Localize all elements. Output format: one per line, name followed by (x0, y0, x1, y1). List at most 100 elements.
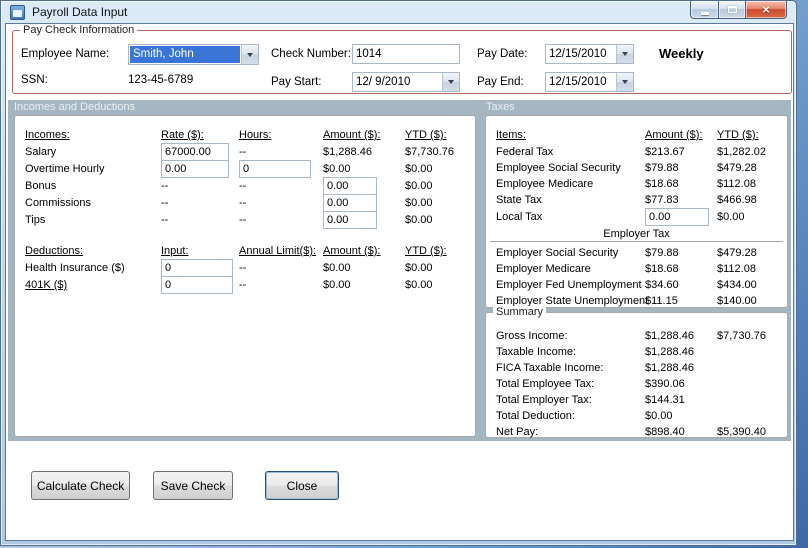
bonus-amount-input[interactable] (323, 177, 377, 195)
summary-row-amount: $1,288.46 (645, 330, 694, 342)
minimize-icon (700, 11, 709, 15)
summary-row-net-pay: Net Pay: $898.40 $5,390.40 (496, 426, 783, 442)
hours-header: Hours: (239, 129, 272, 141)
tax-row-label: Local Tax (496, 211, 543, 223)
pay-date-value: 12/15/2010 (549, 48, 607, 60)
pay-date-picker[interactable]: 12/15/2010 (545, 44, 634, 64)
incomes-deductions-section-label: Incomes and Deductions (14, 101, 136, 113)
pay-start-value: 12/ 9/2010 (356, 76, 411, 88)
ytd-header: YTD ($): (717, 129, 759, 141)
pay-date-label: Pay Date: (477, 48, 528, 60)
tax-row-amount: $79.88 (645, 162, 679, 174)
chevron-down-icon (448, 80, 454, 84)
summary-row-amount: $1,288.46 (645, 346, 694, 358)
pay-start-picker[interactable]: 12/ 9/2010 (352, 72, 460, 92)
check-number-label: Check Number: (271, 48, 351, 60)
title-bar[interactable]: Payroll Data Input × (1, 1, 796, 23)
tips-amount-input[interactable] (323, 211, 377, 229)
tax-row-label: Employer Social Security (496, 247, 619, 259)
income-row-hours: -- (239, 146, 247, 158)
summary-row-label: Gross Income: (496, 330, 568, 342)
deduction-row-amount: $0.00 (323, 279, 351, 291)
tax-row-ytd: $112.08 (717, 263, 756, 275)
ytd-header: YTD ($): (405, 245, 447, 257)
pay-end-value: 12/15/2010 (549, 76, 607, 88)
deductions-header: Deductions: (25, 245, 84, 257)
income-row-tips: Tips -- -- $0.00 (25, 211, 471, 230)
paycheck-group-label: Pay Check Information (20, 24, 138, 37)
summary-row-label: Total Employee Tax: (496, 378, 595, 390)
pay-end-picker[interactable]: 12/15/2010 (545, 72, 634, 92)
tax-row-ytd: $1,282.02 (717, 146, 766, 158)
app-window: Payroll Data Input × Pay Check Informati… (0, 0, 797, 546)
income-row-label: Overtime Hourly (25, 163, 105, 175)
employee-name-combobox[interactable]: Smith, John (128, 44, 259, 65)
401k-input[interactable] (161, 276, 233, 294)
deduction-row-amount: $0.00 (323, 262, 351, 274)
close-window-button[interactable]: × (746, 1, 787, 19)
income-row-rate: -- (161, 214, 169, 226)
income-row-label: Bonus (25, 180, 57, 192)
income-row-label: Tips (25, 214, 46, 226)
window-title: Payroll Data Input (32, 5, 128, 19)
maximize-button[interactable] (719, 1, 746, 19)
income-row-commissions: Commissions -- -- $0.00 (25, 194, 471, 213)
items-header: Items: (496, 129, 526, 141)
summary-row-gross: Gross Income: $1,288.46 $7,730.76 (496, 330, 783, 346)
tax-row-ytd: $479.28 (717, 247, 757, 259)
amount-header: Amount ($): (645, 129, 703, 141)
summary-row-fica-taxable: FICA Taxable Income: $1,288.46 (496, 362, 783, 378)
pay-date-dropdown-button[interactable] (616, 45, 633, 63)
summary-row-amount: $898.40 (645, 426, 685, 438)
summary-row-amount: $0.00 (645, 410, 673, 422)
income-row-amount: $0.00 (323, 163, 351, 175)
summary-row-label: Net Pay: (496, 426, 539, 438)
taxes-group: Items: Amount ($): YTD ($): Federal Tax … (485, 115, 788, 308)
tax-row-label: Employee Medicare (496, 178, 594, 190)
desktop-background: Payroll Data Input × Pay Check Informati… (0, 0, 808, 548)
tax-row-ytd: $466.98 (717, 194, 757, 206)
overtime-rate-input[interactable] (161, 160, 229, 178)
local-tax-input[interactable] (645, 208, 709, 226)
pay-start-label: Pay Start: (271, 76, 322, 88)
tax-row-ytd: $140.00 (717, 295, 757, 307)
minimize-button[interactable] (690, 1, 719, 19)
check-number-input[interactable] (352, 44, 460, 64)
income-row-overtime: Overtime Hourly $0.00 $0.00 (25, 160, 471, 179)
taxes-header-row: Items: Amount ($): YTD ($): (496, 129, 783, 145)
ssn-label: SSN: (21, 74, 48, 86)
save-check-button[interactable]: Save Check (153, 471, 233, 500)
tax-row-employer-ss: Employer Social Security $79.88 $479.28 (496, 247, 783, 263)
calculate-check-button[interactable]: Calculate Check (31, 471, 130, 500)
amount-header: Amount ($): (323, 245, 381, 257)
employee-name-dropdown-button[interactable] (241, 45, 258, 64)
incomes-header-row: Incomes: Rate ($): Hours: Amount ($): YT… (25, 129, 471, 145)
chevron-down-icon (622, 80, 628, 84)
salary-rate-input[interactable] (161, 143, 229, 161)
summary-group-label: Summary (493, 306, 547, 319)
401k-link[interactable]: 401K ($) (25, 279, 67, 291)
chevron-down-icon (622, 52, 628, 56)
pay-end-label: Pay End: (477, 76, 524, 88)
deductions-header-row: Deductions: Input: Annual Limit($): Amou… (25, 245, 471, 261)
pay-frequency-label: Weekly (659, 46, 704, 61)
ssn-value: 123-45-6789 (128, 74, 194, 86)
incomes-deductions-group: Incomes: Rate ($): Hours: Amount ($): YT… (14, 115, 476, 437)
pay-end-dropdown-button[interactable] (616, 73, 633, 91)
overtime-hours-input[interactable] (239, 160, 311, 178)
commissions-amount-input[interactable] (323, 194, 377, 212)
employee-name-label: Employee Name: (21, 48, 110, 60)
incomes-header: Incomes: (25, 129, 70, 141)
health-insurance-input[interactable] (161, 259, 233, 277)
deduction-row-401k: 401K ($) -- $0.00 $0.00 (25, 276, 471, 295)
deduction-row-limit: -- (239, 279, 247, 291)
employer-tax-header: Employer Tax (490, 228, 783, 242)
tax-row-ytd: $112.08 (717, 178, 756, 190)
summary-group: Summary Gross Income: $1,288.46 $7,730.7… (485, 306, 788, 438)
close-button[interactable]: Close (265, 471, 339, 500)
ytd-header: YTD ($): (405, 129, 447, 141)
income-row-ytd: $7,730.76 (405, 146, 454, 158)
pay-start-dropdown-button[interactable] (442, 73, 459, 91)
tax-row-amount: $77.83 (645, 194, 679, 206)
tax-row-label: Employer Medicare (496, 263, 591, 275)
